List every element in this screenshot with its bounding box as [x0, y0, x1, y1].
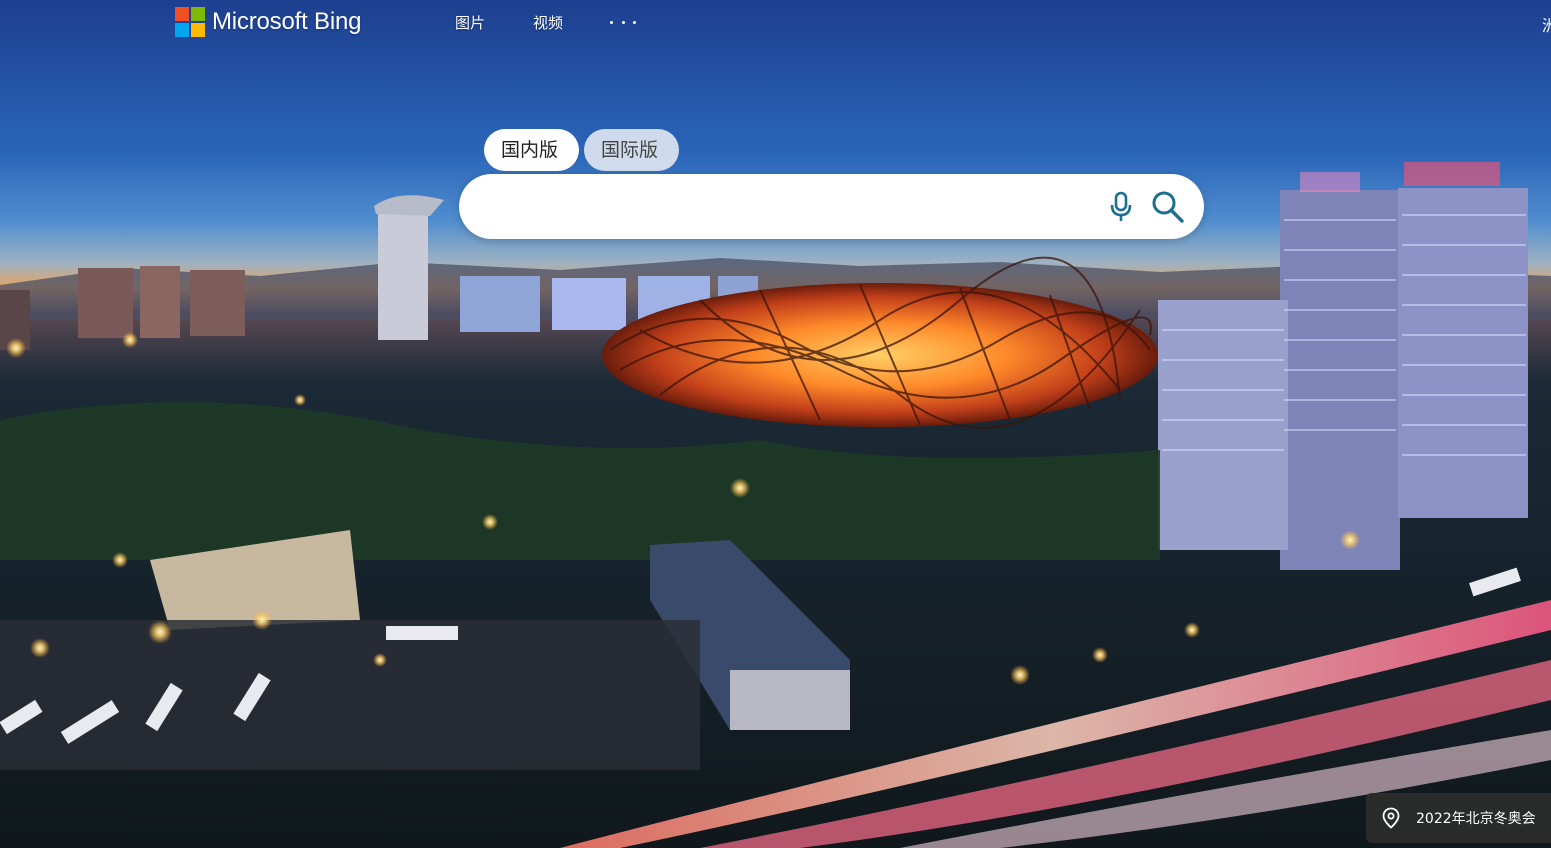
microsoft-logo-icon: [175, 7, 205, 37]
nav-videos-link[interactable]: 视频: [533, 12, 563, 33]
tab-international[interactable]: 国际版: [584, 129, 679, 171]
search-icon[interactable]: [1151, 190, 1185, 224]
bing-logo-link[interactable]: Microsoft Bing: [175, 6, 361, 38]
logo-square-green: [191, 7, 205, 21]
background-photo: [0, 0, 1551, 848]
search-box: [459, 174, 1204, 239]
logo-square-red: [175, 7, 189, 21]
more-horizontal-icon[interactable]: [610, 18, 636, 26]
bing-homepage: Microsoft Bing 图片 视频 洲 国内版 国际版 2022年北京冬奥…: [0, 0, 1551, 848]
tab-domestic[interactable]: 国内版: [484, 129, 579, 171]
image-info-badge[interactable]: 2022年北京冬奥会: [1366, 793, 1551, 843]
nav-images-link[interactable]: 图片: [455, 12, 485, 33]
logo-square-yellow: [191, 23, 205, 37]
microphone-icon[interactable]: [1107, 191, 1135, 223]
search-input[interactable]: [483, 186, 1097, 228]
location-pin-icon: [1381, 807, 1401, 829]
region-label-partial[interactable]: 洲: [1542, 12, 1551, 36]
brand-name: Microsoft Bing: [212, 8, 362, 35]
image-title: 2022年北京冬奥会: [1416, 811, 1536, 827]
logo-square-blue: [175, 23, 189, 37]
